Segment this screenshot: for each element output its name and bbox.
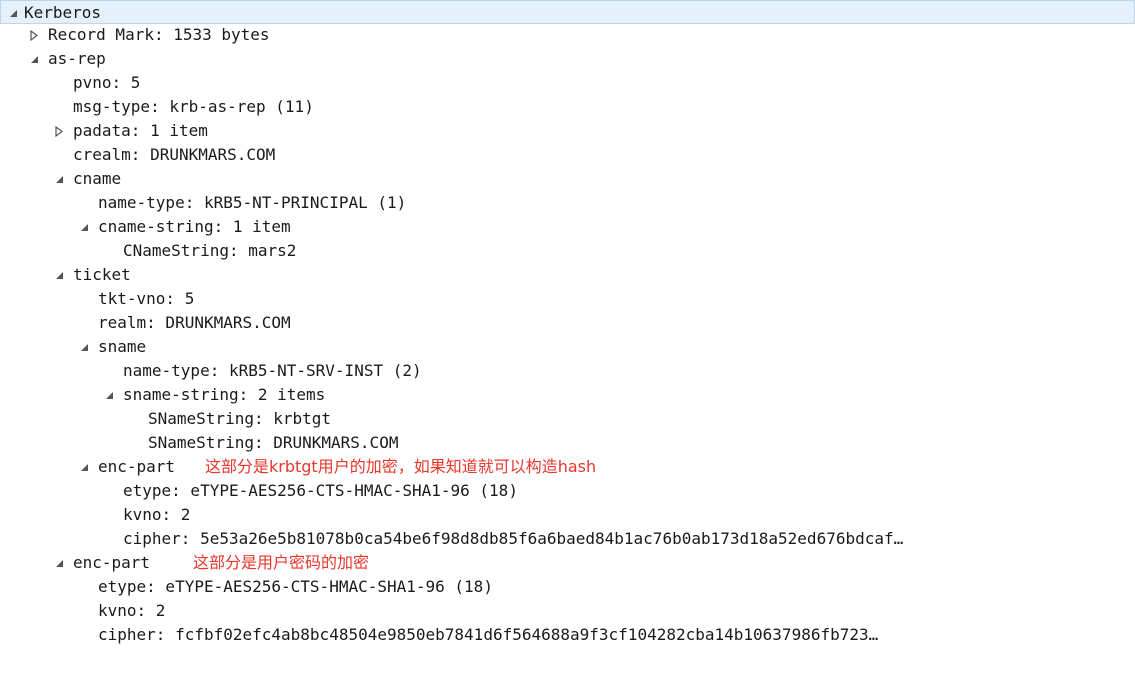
collapse-triangle-icon[interactable] bbox=[102, 383, 116, 407]
tree-label: name-type: kRB5-NT-SRV-INST (2) bbox=[123, 361, 422, 380]
tree-label: CNameString: mars2 bbox=[123, 241, 297, 260]
collapse-triangle-icon[interactable] bbox=[77, 215, 91, 239]
tree-row-tkt-vno[interactable]: tkt-vno: 5 bbox=[0, 287, 1135, 311]
tree-row-pvno[interactable]: pvno: 5 bbox=[0, 71, 1135, 95]
tree-row-as-rep[interactable]: as-rep bbox=[0, 47, 1135, 71]
tree-label: cipher: fcfbf02efc4ab8bc48504e9850eb7841… bbox=[98, 625, 879, 644]
tree-row-realm[interactable]: realm: DRUNKMARS.COM bbox=[0, 311, 1135, 335]
collapse-triangle-icon[interactable] bbox=[52, 551, 66, 575]
tree-row-cname[interactable]: cname bbox=[0, 167, 1135, 191]
tree-label: tkt-vno: 5 bbox=[98, 289, 195, 308]
tree-label: Kerberos bbox=[24, 3, 102, 22]
tree-row-msg-type[interactable]: msg-type: krb-as-rep (11) bbox=[0, 95, 1135, 119]
tree-label: as-rep bbox=[48, 49, 106, 68]
tree-label: realm: DRUNKMARS.COM bbox=[98, 313, 291, 332]
tree-label: name-type: kRB5-NT-PRINCIPAL (1) bbox=[98, 193, 407, 212]
tree-label: kvno: 2 bbox=[123, 505, 191, 524]
tree-label: crealm: DRUNKMARS.COM bbox=[73, 145, 276, 164]
tree-row-ticket-kvno[interactable]: kvno: 2 bbox=[0, 503, 1135, 527]
tree-label: enc-part bbox=[98, 457, 176, 476]
tree-label: cipher: 5e53a26e5b81078b0ca54be6f98d8db8… bbox=[123, 529, 904, 548]
collapse-triangle-icon[interactable] bbox=[77, 335, 91, 359]
tree-row-snamestring-1[interactable]: SNameString: krbtgt bbox=[0, 407, 1135, 431]
tree-row-enc-etype[interactable]: etype: eTYPE-AES256-CTS-HMAC-SHA1-96 (18… bbox=[0, 575, 1135, 599]
tree-label: sname-string: 2 items bbox=[123, 385, 326, 404]
tree-row-crealm[interactable]: crealm: DRUNKMARS.COM bbox=[0, 143, 1135, 167]
tree-row-sname-string[interactable]: sname-string: 2 items bbox=[0, 383, 1135, 407]
tree-label: padata: 1 item bbox=[73, 121, 208, 140]
tree-label: sname bbox=[98, 337, 147, 356]
expand-triangle-icon[interactable] bbox=[27, 23, 41, 47]
tree-row-snamestring-2[interactable]: SNameString: DRUNKMARS.COM bbox=[0, 431, 1135, 455]
tree-row-kerberos[interactable]: Kerberos bbox=[0, 0, 1135, 24]
packet-details-tree: Kerberos Record Mark: 1533 bytes as-rep … bbox=[0, 0, 1135, 700]
collapse-triangle-icon[interactable] bbox=[52, 167, 66, 191]
tree-row-record-mark[interactable]: Record Mark: 1533 bytes bbox=[0, 23, 1135, 47]
annotation-note: 这部分是krbtgt用户的加密，如果知道就可以构造hash bbox=[205, 457, 597, 476]
tree-label: SNameString: krbtgt bbox=[148, 409, 332, 428]
tree-row-ticket-etype[interactable]: etype: eTYPE-AES256-CTS-HMAC-SHA1-96 (18… bbox=[0, 479, 1135, 503]
collapse-triangle-icon[interactable] bbox=[52, 263, 66, 287]
collapse-triangle-icon[interactable] bbox=[27, 47, 41, 71]
tree-label: SNameString: DRUNKMARS.COM bbox=[148, 433, 399, 452]
tree-row-cnamestring[interactable]: CNameString: mars2 bbox=[0, 239, 1135, 263]
tree-row-enc-part[interactable]: enc-part 这部分是用户密码的加密 bbox=[0, 551, 1135, 575]
tree-label: cname-string: 1 item bbox=[98, 217, 291, 236]
tree-label: cname bbox=[73, 169, 122, 188]
tree-row-enc-cipher[interactable]: cipher: fcfbf02efc4ab8bc48504e9850eb7841… bbox=[0, 623, 1135, 647]
annotation-note: 这部分是用户密码的加密 bbox=[193, 553, 370, 572]
tree-row-cname-name-type[interactable]: name-type: kRB5-NT-PRINCIPAL (1) bbox=[0, 191, 1135, 215]
tree-label: kvno: 2 bbox=[98, 601, 166, 620]
tree-label: pvno: 5 bbox=[73, 73, 141, 92]
tree-row-cname-string[interactable]: cname-string: 1 item bbox=[0, 215, 1135, 239]
tree-label: Record Mark: 1533 bytes bbox=[48, 25, 270, 44]
tree-label: etype: eTYPE-AES256-CTS-HMAC-SHA1-96 (18… bbox=[123, 481, 518, 500]
tree-row-padata[interactable]: padata: 1 item bbox=[0, 119, 1135, 143]
tree-row-ticket-cipher[interactable]: cipher: 5e53a26e5b81078b0ca54be6f98d8db8… bbox=[0, 527, 1135, 551]
expand-triangle-icon[interactable] bbox=[52, 119, 66, 143]
collapse-triangle-icon[interactable] bbox=[77, 455, 91, 479]
tree-row-sname-name-type[interactable]: name-type: kRB5-NT-SRV-INST (2) bbox=[0, 359, 1135, 383]
tree-row-ticket-enc-part[interactable]: enc-part 这部分是krbtgt用户的加密，如果知道就可以构造hash bbox=[0, 455, 1135, 479]
tree-label: ticket bbox=[73, 265, 131, 284]
tree-label: msg-type: krb-as-rep (11) bbox=[73, 97, 314, 116]
collapse-triangle-icon[interactable] bbox=[6, 1, 20, 25]
tree-label: enc-part bbox=[73, 553, 151, 572]
tree-row-sname[interactable]: sname bbox=[0, 335, 1135, 359]
tree-row-ticket[interactable]: ticket bbox=[0, 263, 1135, 287]
tree-label: etype: eTYPE-AES256-CTS-HMAC-SHA1-96 (18… bbox=[98, 577, 493, 596]
tree-row-enc-kvno[interactable]: kvno: 2 bbox=[0, 599, 1135, 623]
